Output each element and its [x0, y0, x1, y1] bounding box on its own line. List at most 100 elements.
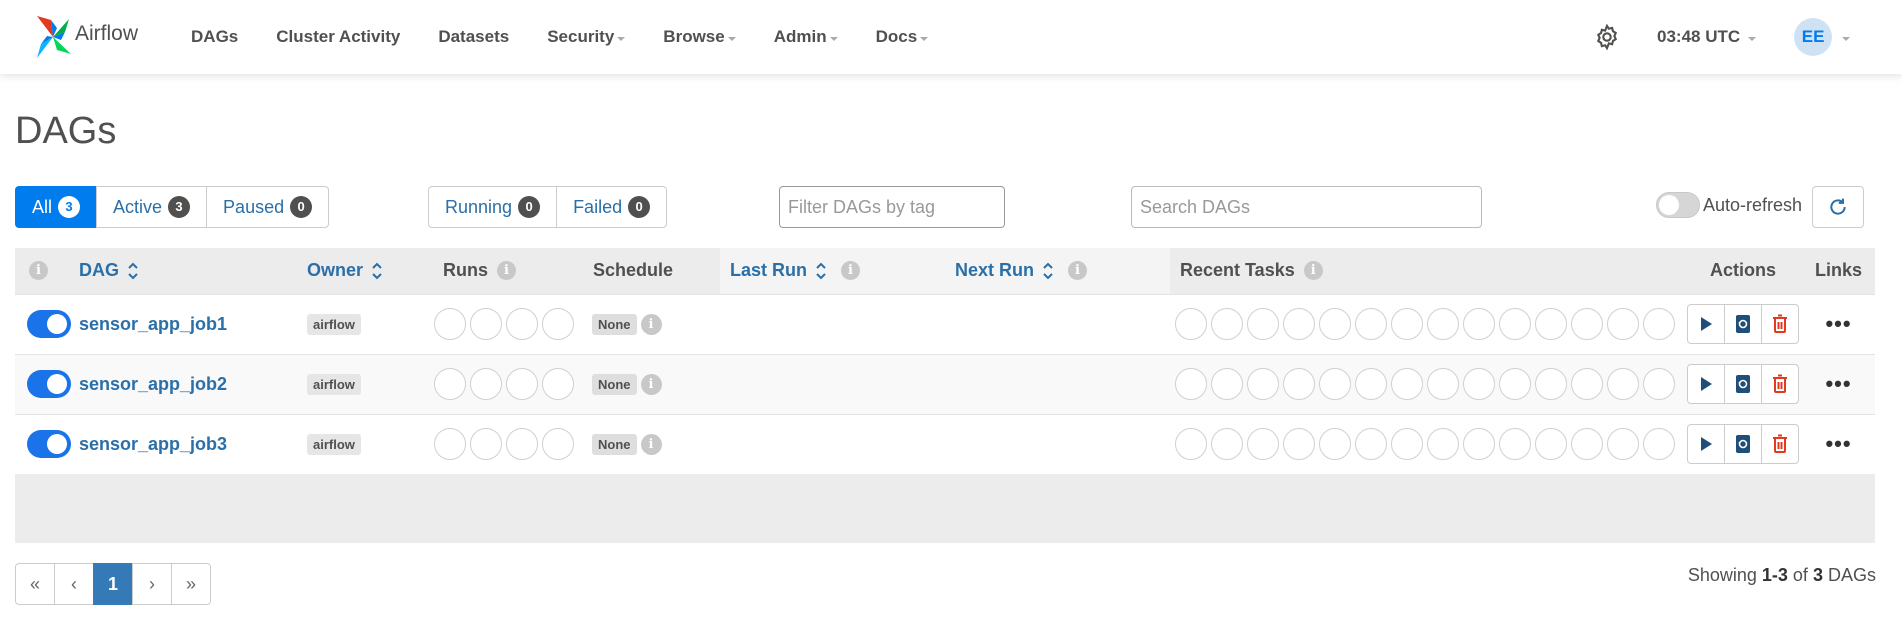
info-icon[interactable]: i	[1068, 261, 1088, 281]
status-circle[interactable]	[542, 428, 574, 461]
status-circle[interactable]	[1427, 308, 1459, 340]
trigger-dag-button[interactable]	[1687, 364, 1725, 404]
more-links-icon[interactable]: •••	[1802, 313, 1875, 335]
status-circle[interactable]	[470, 428, 502, 461]
status-circle[interactable]	[1535, 368, 1567, 400]
nav-cluster-activity[interactable]: Cluster Activity	[276, 27, 400, 47]
info-icon[interactable]: i	[1303, 261, 1323, 281]
status-circle[interactable]	[1175, 368, 1207, 400]
filter-failed-button[interactable]: Failed 0	[556, 186, 668, 228]
filter-running-button[interactable]: Running 0	[428, 186, 558, 228]
status-circle[interactable]	[1463, 368, 1495, 400]
refresh-button[interactable]	[1812, 186, 1864, 228]
more-links-icon[interactable]: •••	[1802, 433, 1875, 455]
status-circle[interactable]	[1247, 428, 1279, 461]
status-circle[interactable]	[1175, 308, 1207, 340]
status-circle[interactable]	[1463, 308, 1495, 340]
owner-tag[interactable]: airflow	[307, 433, 361, 455]
status-circle[interactable]	[1355, 368, 1387, 400]
pagination-prev[interactable]: ‹	[54, 563, 94, 605]
status-circle[interactable]	[506, 368, 538, 400]
status-circle[interactable]	[1211, 368, 1243, 400]
pagination-next[interactable]: ›	[132, 563, 172, 605]
delete-dag-button[interactable]	[1761, 304, 1799, 344]
filter-active-button[interactable]: Active 3	[96, 186, 208, 228]
status-circle[interactable]	[542, 308, 574, 340]
delete-dag-button[interactable]	[1761, 424, 1799, 465]
status-circle[interactable]	[1283, 428, 1315, 461]
status-circle[interactable]	[506, 308, 538, 340]
filter-paused-button[interactable]: Paused 0	[206, 186, 330, 228]
status-circle[interactable]	[1247, 308, 1279, 340]
status-circle[interactable]	[1283, 308, 1315, 340]
info-icon[interactable]: i	[841, 261, 861, 281]
status-circle[interactable]	[1499, 308, 1531, 340]
status-circle[interactable]	[1571, 368, 1603, 400]
status-circle[interactable]	[1643, 308, 1675, 340]
search-dags-input[interactable]	[1131, 186, 1482, 228]
refresh-dag-button[interactable]	[1724, 364, 1762, 404]
status-circle[interactable]	[470, 308, 502, 340]
status-circle[interactable]	[1391, 428, 1423, 461]
status-circle[interactable]	[1571, 428, 1603, 461]
status-circle[interactable]	[1607, 428, 1639, 461]
nav-docs[interactable]: Docs	[876, 27, 929, 47]
nav-datasets[interactable]: Datasets	[438, 27, 509, 47]
status-circle[interactable]	[1607, 368, 1639, 400]
nav-dags[interactable]: DAGs	[191, 27, 238, 47]
owner-tag[interactable]: airflow	[307, 313, 361, 335]
info-icon[interactable]: i	[497, 261, 516, 281]
refresh-dag-button[interactable]	[1724, 424, 1762, 465]
status-circle[interactable]	[1355, 428, 1387, 461]
dag-pause-toggle[interactable]	[27, 370, 71, 398]
status-circle[interactable]	[470, 368, 502, 400]
th-last-run[interactable]: Last Run i	[720, 248, 945, 294]
status-circle[interactable]	[434, 308, 466, 340]
pagination-first[interactable]: «	[15, 563, 55, 605]
status-circle[interactable]	[1499, 428, 1531, 461]
status-circle[interactable]	[1427, 368, 1459, 400]
status-circle[interactable]	[1571, 308, 1603, 340]
pagination-last[interactable]: »	[171, 563, 211, 605]
refresh-dag-button[interactable]	[1724, 304, 1762, 344]
tag-filter-input[interactable]	[779, 186, 1005, 228]
nav-security[interactable]: Security	[547, 27, 626, 47]
caret-down-icon[interactable]	[1842, 36, 1851, 41]
info-icon[interactable]: i	[640, 433, 662, 455]
delete-dag-button[interactable]	[1761, 364, 1799, 404]
status-circle[interactable]	[506, 428, 538, 461]
status-circle[interactable]	[1643, 428, 1675, 461]
th-dag[interactable]: DAG	[79, 248, 292, 294]
status-circle[interactable]	[1391, 308, 1423, 340]
status-circle[interactable]	[1391, 368, 1423, 400]
status-circle[interactable]	[1463, 428, 1495, 461]
status-circle[interactable]	[1319, 428, 1351, 461]
status-circle[interactable]	[1247, 368, 1279, 400]
status-circle[interactable]	[1211, 428, 1243, 461]
status-circle[interactable]	[1427, 428, 1459, 461]
info-icon[interactable]: i	[640, 373, 662, 395]
th-owner[interactable]: Owner	[292, 248, 429, 294]
time-display[interactable]: 03:48 UTC	[1657, 27, 1757, 47]
status-circle[interactable]	[1211, 308, 1243, 340]
autorefresh-toggle[interactable]	[1656, 192, 1700, 218]
status-circle[interactable]	[1607, 308, 1639, 340]
status-circle[interactable]	[1499, 368, 1531, 400]
status-circle[interactable]	[1355, 308, 1387, 340]
nav-admin[interactable]: Admin	[774, 27, 838, 47]
status-circle[interactable]	[1535, 308, 1567, 340]
info-icon[interactable]: i	[640, 313, 662, 335]
brand[interactable]: Airflow	[33, 14, 138, 60]
gear-icon[interactable]	[1593, 23, 1621, 51]
nav-browse[interactable]: Browse	[663, 27, 736, 47]
status-circle[interactable]	[1319, 368, 1351, 400]
status-circle[interactable]	[1319, 308, 1351, 340]
status-circle[interactable]	[1535, 428, 1567, 461]
dag-link[interactable]: sensor_app_job3	[79, 434, 227, 454]
status-circle[interactable]	[434, 428, 466, 461]
more-links-icon[interactable]: •••	[1802, 373, 1875, 395]
trigger-dag-button[interactable]	[1687, 304, 1725, 344]
pagination-page-1[interactable]: 1	[93, 563, 133, 605]
owner-tag[interactable]: airflow	[307, 373, 361, 395]
trigger-dag-button[interactable]	[1687, 424, 1725, 465]
